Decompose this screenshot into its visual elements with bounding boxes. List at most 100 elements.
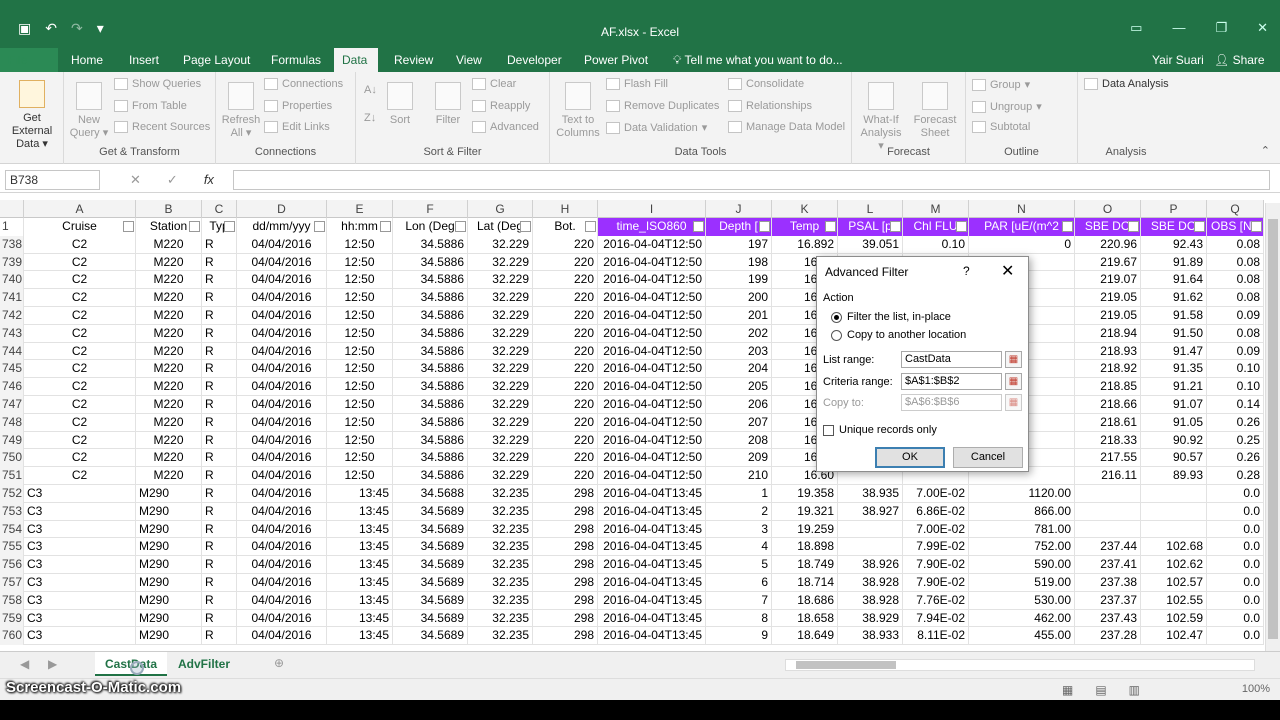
table-cell[interactable]: 455.00 [969, 627, 1075, 646]
table-cell[interactable]: C2 [24, 271, 136, 290]
table-cell[interactable]: 298 [533, 591, 598, 610]
table-cell[interactable]: C2 [24, 253, 136, 272]
table-cell[interactable]: 1 [706, 485, 772, 503]
table-cell[interactable]: 4 [706, 538, 772, 557]
table-cell[interactable]: 32.229 [468, 307, 533, 325]
table-cell[interactable]: 220 [533, 378, 598, 396]
table-cell[interactable]: 0.26 [1207, 449, 1264, 468]
row-number[interactable]: 750 [0, 449, 24, 468]
table-cell[interactable]: 0.0 [1207, 609, 1264, 628]
table-cell[interactable]: 04/04/2016 [237, 413, 327, 432]
radio-filter-in-place[interactable]: Filter the list, in-place [831, 311, 951, 323]
table-cell[interactable]: 13:45 [327, 609, 393, 628]
scroll-thumb[interactable] [796, 661, 896, 669]
column-header-cell[interactable]: Bot. [533, 218, 598, 236]
table-cell[interactable]: R [202, 538, 237, 557]
table-cell[interactable]: M220 [136, 271, 202, 290]
table-cell[interactable]: 04/04/2016 [237, 520, 327, 539]
column-header[interactable]: D [237, 200, 327, 218]
table-cell[interactable]: 218.66 [1075, 396, 1141, 414]
table-cell[interactable]: 2016-04-04T12:50 [598, 289, 706, 307]
table-cell[interactable]: 218.61 [1075, 413, 1141, 432]
table-cell[interactable]: 38.928 [838, 574, 903, 592]
table-cell[interactable]: 102.68 [1141, 538, 1207, 557]
ungroup-button[interactable]: Ungroup ▾ [972, 100, 1042, 113]
data-analysis-button[interactable]: Data Analysis [1084, 78, 1169, 90]
row-number[interactable]: 752 [0, 485, 24, 503]
table-cell[interactable]: 12:50 [327, 413, 393, 432]
table-cell[interactable]: 13:45 [327, 556, 393, 574]
table-cell[interactable]: 12:50 [327, 467, 393, 485]
row-number[interactable]: 740 [0, 271, 24, 290]
row-number[interactable]: 756 [0, 556, 24, 574]
table-cell[interactable]: R [202, 396, 237, 414]
table-cell[interactable]: 102.59 [1141, 609, 1207, 628]
table-cell[interactable]: 13:45 [327, 574, 393, 592]
table-cell[interactable] [838, 520, 903, 539]
column-header-cell[interactable]: Typ [202, 218, 237, 236]
filter-dropdown-icon[interactable] [123, 221, 134, 232]
table-cell[interactable]: M290 [136, 609, 202, 628]
table-cell[interactable]: 2016-04-04T12:50 [598, 378, 706, 396]
table-cell[interactable]: 0.28 [1207, 467, 1264, 485]
column-header[interactable]: O [1075, 200, 1141, 218]
table-cell[interactable]: C2 [24, 449, 136, 468]
table-cell[interactable]: 0.26 [1207, 413, 1264, 432]
table-cell[interactable]: 13:45 [327, 627, 393, 646]
table-cell[interactable]: R [202, 378, 237, 396]
clear-button[interactable]: Clear [472, 78, 516, 90]
column-header[interactable]: Q [1207, 200, 1264, 218]
table-cell[interactable]: 12:50 [327, 271, 393, 290]
filter-dropdown-icon[interactable] [890, 221, 901, 232]
table-cell[interactable]: 32.229 [468, 360, 533, 379]
table-cell[interactable]: 91.64 [1141, 271, 1207, 290]
table-cell[interactable]: R [202, 449, 237, 468]
filter-dropdown-icon[interactable] [759, 221, 770, 232]
table-cell[interactable]: 7.00E-02 [903, 485, 969, 503]
table-cell[interactable]: 102.47 [1141, 627, 1207, 646]
table-cell[interactable]: 04/04/2016 [237, 485, 327, 503]
table-cell[interactable]: C2 [24, 360, 136, 379]
table-cell[interactable]: 32.229 [468, 324, 533, 343]
table-cell[interactable]: 5 [706, 556, 772, 574]
table-cell[interactable]: 2016-04-04T13:45 [598, 609, 706, 628]
table-cell[interactable]: 2016-04-04T13:45 [598, 520, 706, 539]
table-cell[interactable]: 34.5689 [393, 502, 468, 521]
table-cell[interactable]: 0.0 [1207, 574, 1264, 592]
table-cell[interactable]: 38.929 [838, 609, 903, 628]
next-sheet-icon[interactable]: ▶ [48, 657, 57, 671]
page-layout-view-icon[interactable]: ▤ [1095, 683, 1106, 697]
table-cell[interactable]: C3 [24, 609, 136, 628]
table-cell[interactable]: C2 [24, 342, 136, 361]
row-number[interactable]: 745 [0, 360, 24, 379]
table-cell[interactable]: M220 [136, 253, 202, 272]
table-cell[interactable]: 32.229 [468, 431, 533, 450]
table-cell[interactable]: 38.928 [838, 591, 903, 610]
table-cell[interactable]: 04/04/2016 [237, 556, 327, 574]
table-cell[interactable]: 12:50 [327, 235, 393, 254]
table-cell[interactable]: 220 [533, 342, 598, 361]
table-cell[interactable]: 12:50 [327, 342, 393, 361]
table-cell[interactable]: M220 [136, 413, 202, 432]
restore-icon[interactable]: ❐ [1215, 20, 1227, 36]
table-cell[interactable]: M290 [136, 485, 202, 503]
table-cell[interactable]: 7.76E-02 [903, 591, 969, 610]
table-cell[interactable]: 12:50 [327, 324, 393, 343]
table-cell[interactable]: 18.649 [772, 627, 838, 646]
table-cell[interactable]: 202 [706, 324, 772, 343]
table-cell[interactable]: 2016-04-04T13:45 [598, 502, 706, 521]
table-cell[interactable]: 220 [533, 307, 598, 325]
table-cell[interactable]: 04/04/2016 [237, 324, 327, 343]
table-cell[interactable]: 7.99E-02 [903, 538, 969, 557]
table-cell[interactable]: 0.08 [1207, 235, 1264, 254]
table-cell[interactable]: 04/04/2016 [237, 538, 327, 557]
row-number[interactable]: 759 [0, 609, 24, 628]
table-cell[interactable]: 32.235 [468, 502, 533, 521]
column-header[interactable]: J [706, 200, 772, 218]
table-cell[interactable]: 2016-04-04T12:50 [598, 449, 706, 468]
flash-fill-button[interactable]: Flash Fill [606, 78, 668, 90]
table-cell[interactable]: C2 [24, 431, 136, 450]
table-cell[interactable]: 220 [533, 431, 598, 450]
close-icon[interactable]: ✕ [1257, 20, 1268, 36]
forecast-sheet-button[interactable]: Forecast Sheet [910, 82, 960, 140]
